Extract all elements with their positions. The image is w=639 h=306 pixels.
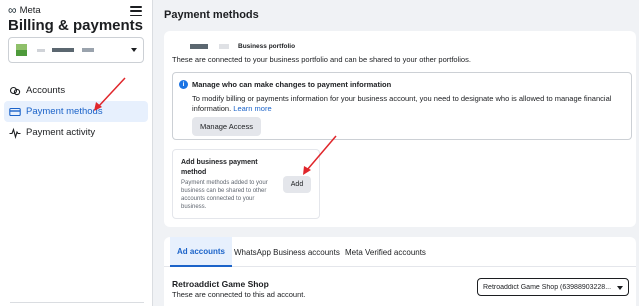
manage-access-info-box: i Manage who can make changes to payment… <box>172 72 632 140</box>
credit-card-icon <box>9 106 21 118</box>
ad-account-name: Retroaddict Game Shop <box>172 279 269 289</box>
sidebar-item-label: Payment methods <box>26 106 103 117</box>
sidebar-item-accounts[interactable]: Accounts <box>4 80 148 101</box>
accounts-icon <box>9 85 21 97</box>
info-title: Manage who can make changes to payment i… <box>192 80 392 89</box>
redacted-text <box>37 49 45 52</box>
tab-bar: Ad accounts WhatsApp Business accounts M… <box>164 237 636 267</box>
meta-logo-text: Meta <box>19 4 41 16</box>
manage-access-button[interactable]: Manage Access <box>192 117 261 136</box>
ad-account-select-value: Retroaddict Game Shop (63988903228... <box>483 283 612 291</box>
sidebar-item-payment-methods[interactable]: Payment methods <box>4 101 148 122</box>
ad-account-select[interactable]: Retroaddict Game Shop (63988903228... <box>477 278 629 296</box>
business-avatar <box>16 44 27 56</box>
redacted-text <box>190 44 208 49</box>
meta-infinity-icon: ∞ <box>8 3 17 17</box>
meta-logo[interactable]: ∞ Meta <box>8 4 41 16</box>
sidebar-item-label: Accounts <box>26 85 66 96</box>
chevron-down-icon <box>131 48 137 52</box>
accounts-tabs-card: Ad accounts WhatsApp Business accounts M… <box>164 237 636 306</box>
hamburger-menu-icon[interactable] <box>130 6 142 16</box>
add-payment-method-card: Add business payment method Payment meth… <box>172 149 320 219</box>
divider <box>10 302 144 303</box>
ad-account-description: These are connected to this ad account. <box>172 290 306 299</box>
learn-more-link[interactable]: Learn more <box>233 104 271 113</box>
app-title: Billing & payments <box>8 17 144 34</box>
payment-methods-card: Business portfolio These are connected t… <box>164 31 636 227</box>
sidebar-item-label: Payment activity <box>26 127 96 138</box>
tab-meta-verified-accounts[interactable]: Meta Verified accounts <box>338 237 433 267</box>
sidebar-item-payment-activity[interactable]: Payment activity <box>4 122 148 143</box>
add-payment-button[interactable]: Add <box>283 176 311 193</box>
sidebar: ∞ Meta Billing & payments Accounts Payme… <box>0 0 153 306</box>
business-portfolio-badge: Business portfolio <box>238 43 296 50</box>
chevron-down-icon <box>617 286 623 290</box>
business-account-selector[interactable] <box>8 37 144 63</box>
page-title: Payment methods <box>164 9 259 21</box>
tab-ad-accounts[interactable]: Ad accounts <box>170 237 233 267</box>
info-icon: i <box>179 80 188 89</box>
tab-whatsapp-business-accounts[interactable]: WhatsApp Business accounts <box>227 237 347 267</box>
redacted-text <box>82 48 94 52</box>
info-body: To modify billing or payments informatio… <box>192 94 612 114</box>
redacted-text <box>219 44 229 49</box>
add-payment-title: Add business payment method <box>181 159 258 176</box>
activity-pulse-icon <box>9 127 21 139</box>
add-payment-description: Payment methods added to your business c… <box>181 180 268 210</box>
business-portfolio-description: These are connected to your business por… <box>172 55 471 64</box>
redacted-text <box>52 48 74 52</box>
